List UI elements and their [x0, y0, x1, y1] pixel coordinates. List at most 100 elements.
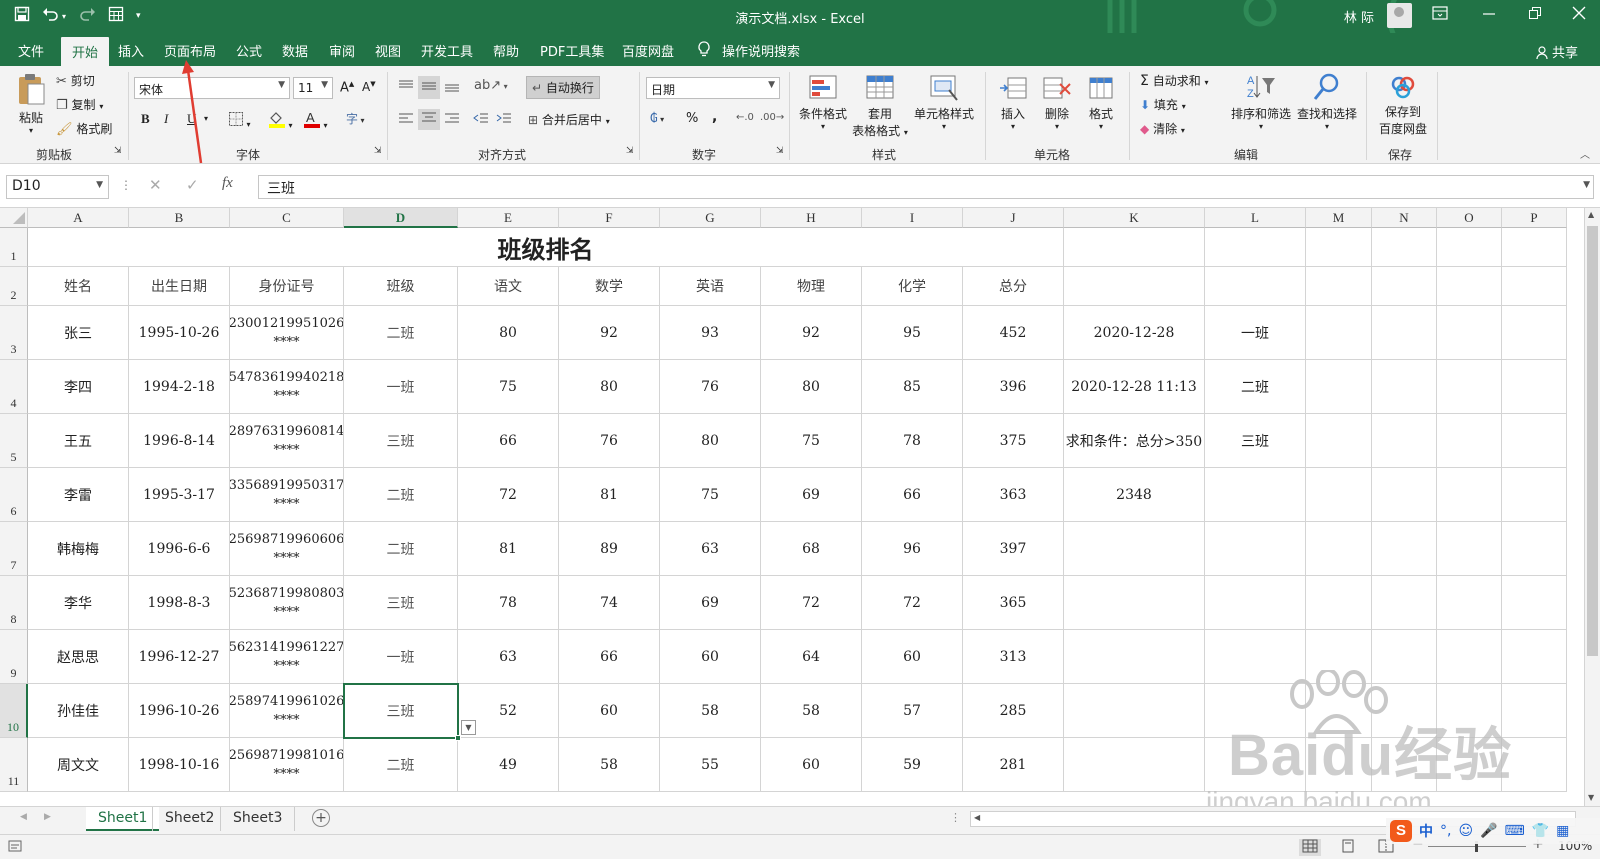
font-size-select[interactable]: 11 ▼ — [293, 77, 333, 99]
tab-pdf-tools[interactable]: PDF工具集 — [540, 41, 604, 60]
number-format-select[interactable]: 日期 ▼ — [646, 77, 780, 99]
align-bottom-icon[interactable] — [443, 78, 461, 97]
percent-style-button[interactable]: % — [686, 111, 698, 126]
active-cell-border[interactable] — [343, 683, 459, 739]
birthdate-cell[interactable]: 1998-8-3 — [129, 576, 230, 630]
english-score-cell[interactable]: 80 — [660, 414, 761, 468]
scroll-up-icon[interactable]: ▲ — [1588, 210, 1594, 219]
bold-button[interactable]: B — [141, 111, 150, 127]
avatar[interactable] — [1387, 3, 1412, 28]
math-score-cell[interactable]: 66 — [559, 630, 660, 684]
class-cell[interactable]: 三班 — [344, 576, 458, 630]
total-score-cell[interactable]: 375 — [963, 414, 1064, 468]
chinese-score-cell[interactable]: 66 — [458, 414, 559, 468]
birthdate-cell[interactable]: 1995-10-26 — [129, 306, 230, 360]
skin-icon[interactable]: 👕 — [1532, 823, 1549, 839]
chinese-score-cell[interactable]: 78 — [458, 576, 559, 630]
row-header-4[interactable]: 4 — [0, 360, 28, 414]
column-title-cell[interactable]: 身份证号 — [230, 267, 344, 306]
total-score-cell[interactable]: 452 — [963, 306, 1064, 360]
cell[interactable] — [1306, 414, 1372, 468]
id-number-cell[interactable]: 54783619940218 **** — [230, 360, 344, 414]
fill-color-button[interactable]: ▾ — [268, 110, 293, 131]
select-all-corner[interactable] — [0, 208, 28, 228]
column-title-cell[interactable]: 总分 — [963, 267, 1064, 306]
chinese-score-cell[interactable]: 63 — [458, 630, 559, 684]
class-cell[interactable]: 二班 — [344, 522, 458, 576]
cell[interactable] — [1306, 468, 1372, 522]
name-cell[interactable]: 孙佳佳 — [28, 684, 129, 738]
align-right-icon[interactable] — [443, 112, 461, 129]
birthdate-cell[interactable]: 1996-8-14 — [129, 414, 230, 468]
id-number-cell[interactable]: 25698719981016 **** — [230, 738, 344, 792]
column-header-a[interactable]: A — [28, 208, 129, 228]
cell[interactable] — [1306, 360, 1372, 414]
sheet-title[interactable]: 班级排名 — [28, 228, 1064, 267]
cell[interactable] — [1064, 228, 1205, 267]
cell[interactable] — [1437, 360, 1502, 414]
row-header-8[interactable]: 8 — [0, 576, 28, 630]
note-cell-k[interactable] — [1064, 630, 1205, 684]
cell[interactable] — [1502, 576, 1567, 630]
row-header-9[interactable]: 9 — [0, 630, 28, 684]
decrease-indent-icon[interactable] — [472, 112, 490, 129]
scroll-down-icon[interactable]: ▼ — [1588, 793, 1594, 802]
cell[interactable] — [1372, 522, 1437, 576]
cell[interactable] — [1437, 267, 1502, 306]
restore-icon[interactable] — [1528, 6, 1542, 24]
normal-view-icon[interactable] — [1299, 839, 1321, 856]
copy-button[interactable]: ❐ 复制 ▾ — [56, 96, 103, 113]
sort-filter-button[interactable]: AZ 排序和筛选 ▾ — [1231, 72, 1291, 131]
note-cell-l[interactable] — [1205, 522, 1306, 576]
cell-styles-button[interactable]: 单元格样式 ▾ — [912, 74, 976, 131]
cell[interactable] — [1306, 228, 1372, 267]
borders-button[interactable]: ▾ — [228, 111, 251, 130]
birthdate-cell[interactable]: 1996-6-6 — [129, 522, 230, 576]
chemistry-score-cell[interactable]: 59 — [862, 738, 963, 792]
column-header-j[interactable]: J — [963, 208, 1064, 228]
id-number-cell[interactable]: 25698719960606 **** — [230, 522, 344, 576]
accounting-format-icon[interactable]: ₲ ▾ — [650, 111, 664, 125]
total-score-cell[interactable]: 285 — [963, 684, 1064, 738]
add-sheet-icon[interactable]: + — [312, 809, 330, 827]
name-cell[interactable]: 李华 — [28, 576, 129, 630]
tab-formulas[interactable]: 公式 — [236, 41, 262, 60]
physics-score-cell[interactable]: 92 — [761, 306, 862, 360]
column-header-o[interactable]: O — [1437, 208, 1502, 228]
column-header-n[interactable]: N — [1372, 208, 1437, 228]
conditional-formatting-button[interactable]: 条件格式 ▾ — [797, 74, 849, 131]
tab-review[interactable]: 审阅 — [329, 41, 355, 60]
column-title-cell[interactable]: 英语 — [660, 267, 761, 306]
note-cell-k[interactable]: 2020-12-28 — [1064, 306, 1205, 360]
cell[interactable] — [1372, 306, 1437, 360]
next-sheet-icon[interactable]: ▶ — [44, 812, 51, 822]
cell[interactable] — [1437, 630, 1502, 684]
cell[interactable] — [1502, 468, 1567, 522]
class-cell[interactable]: 二班 — [344, 306, 458, 360]
english-score-cell[interactable]: 93 — [660, 306, 761, 360]
dialog-launcher-icon[interactable]: ⇲ — [114, 146, 122, 156]
decrease-font-size-button[interactable]: A▼ — [362, 80, 376, 94]
macro-record-icon[interactable] — [8, 839, 22, 856]
note-cell-k[interactable] — [1064, 738, 1205, 792]
cell[interactable] — [1502, 630, 1567, 684]
decrease-decimal-icon[interactable]: .00→ — [760, 112, 784, 123]
physics-score-cell[interactable]: 64 — [761, 630, 862, 684]
confirm-icon[interactable]: ✓ — [186, 176, 199, 194]
column-title-cell[interactable]: 化学 — [862, 267, 963, 306]
sheet-tab-1[interactable]: Sheet1 — [86, 807, 160, 831]
increase-font-size-button[interactable]: A▲ — [340, 80, 354, 95]
cell[interactable] — [1372, 360, 1437, 414]
physics-score-cell[interactable]: 72 — [761, 576, 862, 630]
cell[interactable] — [1502, 414, 1567, 468]
align-left-icon[interactable] — [397, 112, 415, 129]
cell[interactable] — [1502, 228, 1567, 267]
formula-input[interactable]: 三班 — [258, 175, 1594, 199]
ime-language-toggle[interactable]: 中 — [1419, 821, 1433, 841]
name-cell[interactable]: 王五 — [28, 414, 129, 468]
tab-help[interactable]: 帮助 — [493, 41, 519, 60]
scroll-left-icon[interactable]: ◀ — [974, 813, 980, 822]
name-cell[interactable]: 张三 — [28, 306, 129, 360]
note-cell-l[interactable] — [1205, 468, 1306, 522]
tab-file[interactable]: 文件 — [18, 41, 44, 60]
